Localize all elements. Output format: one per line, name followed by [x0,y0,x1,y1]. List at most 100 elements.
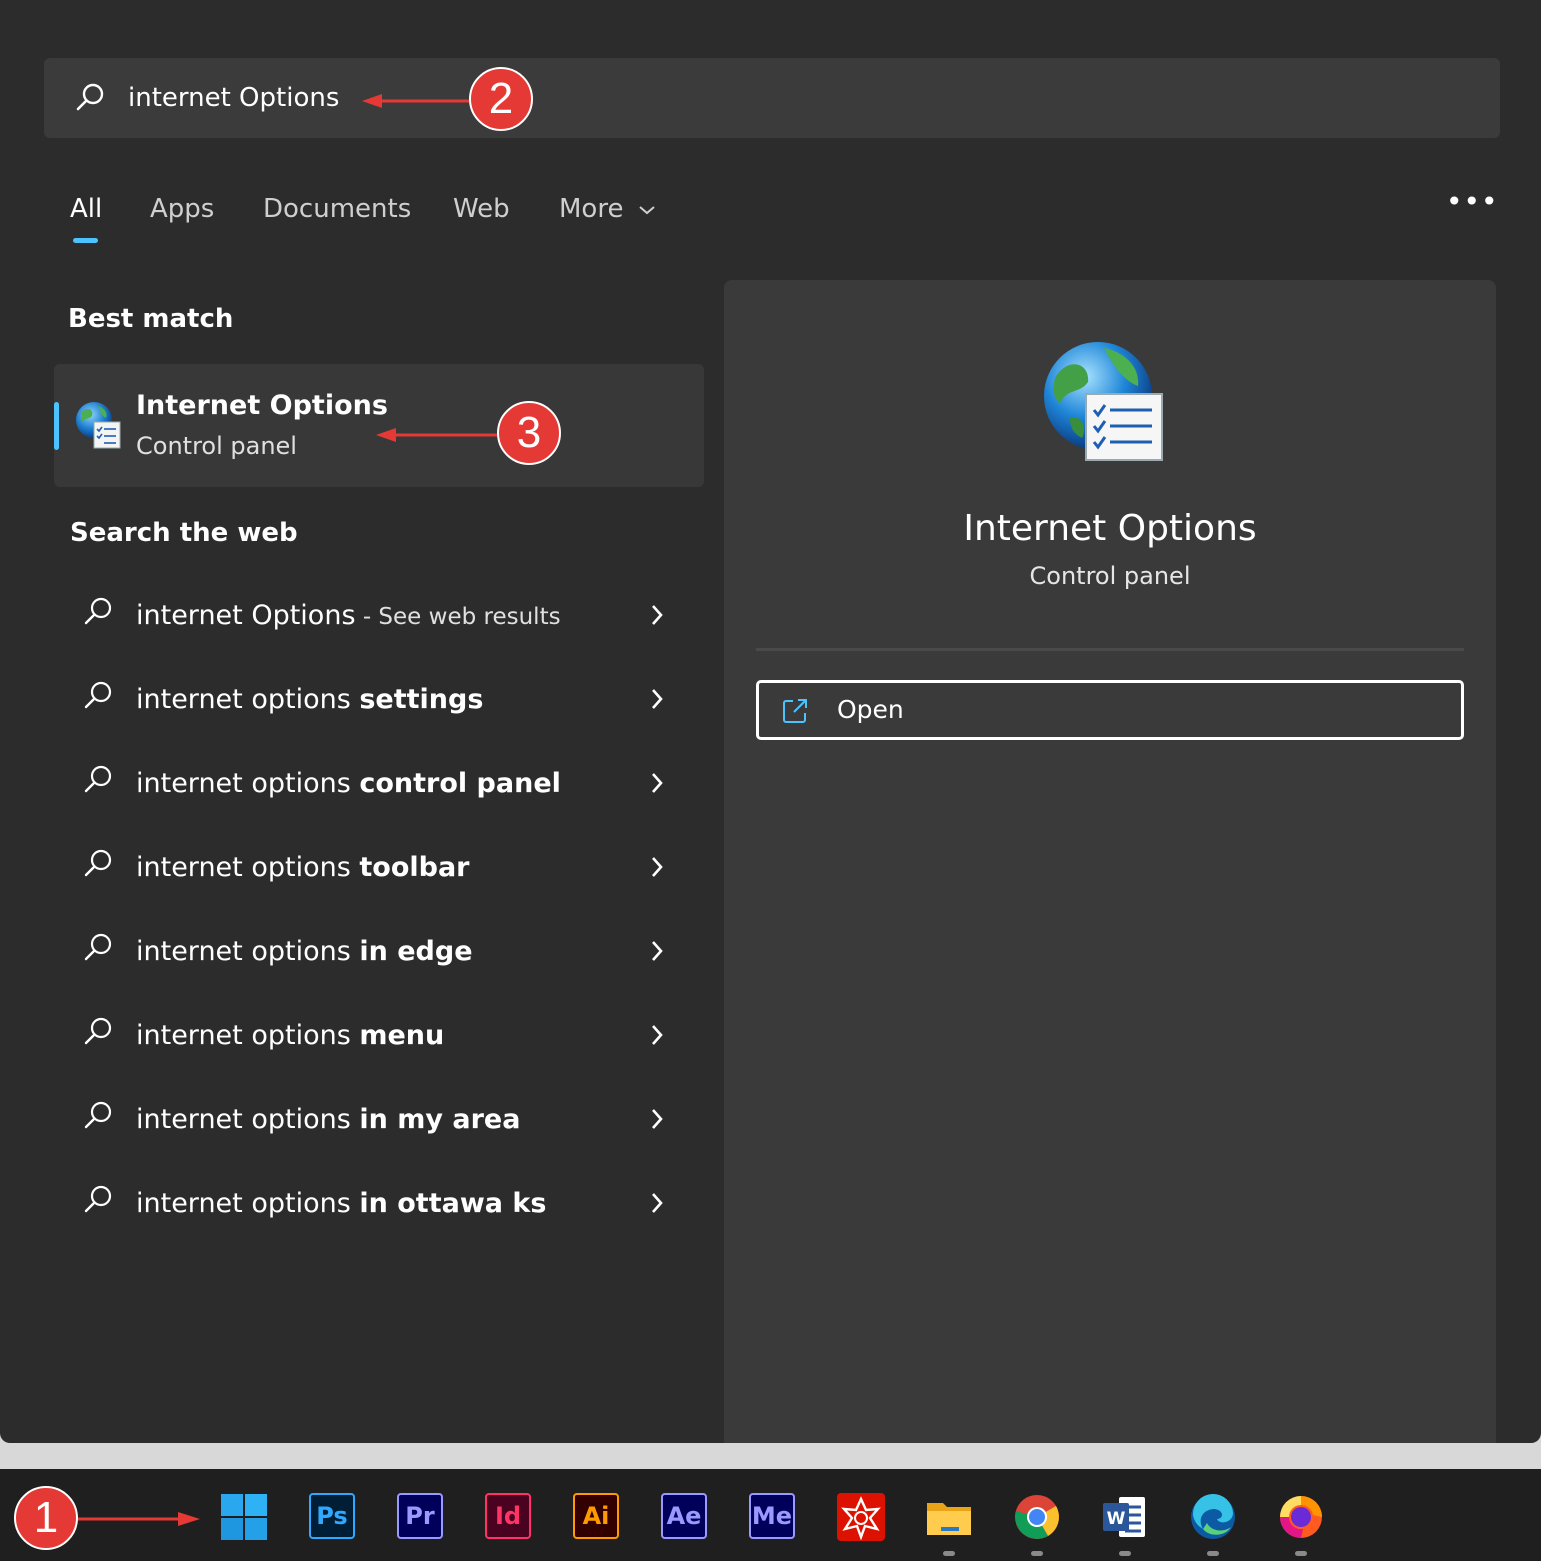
best-match-subtitle: Control panel [136,432,297,460]
web-suggestion-item[interactable]: internet options in my area [54,1082,704,1162]
chevron-right-icon [652,857,663,877]
suggestion-prefix: internet options [136,1104,360,1135]
open-button[interactable]: Open [756,680,1464,740]
app-logo: Ae [661,1493,707,1539]
search-input[interactable]: internet Options [128,80,339,116]
word-letter: W [1107,1509,1126,1529]
app-logo: Ai [573,1493,619,1539]
open-external-icon [783,699,807,723]
suggestion-completion: in my area [359,1104,521,1135]
preview-title: Internet Options [963,508,1257,549]
web-suggestion-item[interactable]: internet options menu [54,998,704,1078]
suggestion-completion: control panel [359,768,561,799]
illustrator-icon[interactable]: Ai [573,1493,621,1541]
chevron-right-icon [652,689,663,709]
search-icon [84,1017,112,1045]
web-result-query: internet Options [136,600,356,631]
wolfram-logo-icon [837,1493,885,1541]
indesign-icon[interactable]: Id [485,1493,533,1541]
running-app-indicator [1207,1551,1219,1556]
file-explorer-icon[interactable] [925,1493,973,1541]
internet-options-large-icon [1044,342,1163,461]
app-logo: Pr [397,1493,443,1539]
best-match-heading: Best match [68,304,234,334]
web-suggestion-label: internet options in ottawa ks [136,1184,546,1224]
internet-options-icon [76,402,121,449]
suggestion-prefix: internet options [136,936,360,967]
search-icon [84,765,112,793]
media-encoder-icon[interactable]: Me [749,1493,797,1541]
chevron-right-icon [652,1025,663,1045]
web-suggestion-label: internet options control panel [136,764,561,804]
photoshop-icon[interactable]: Ps [309,1493,357,1541]
suggestion-prefix: internet options [136,1188,360,1219]
chevron-down-icon [639,205,655,214]
search-box[interactable]: internet Options [44,58,1500,138]
after-effects-icon[interactable]: Ae [661,1493,709,1541]
suggestion-prefix: internet options [136,768,360,799]
web-suggestion-item[interactable]: internet options in edge [54,914,704,994]
web-suggestion-label: internet options menu [136,1016,444,1056]
tab-web[interactable]: Web [453,190,510,228]
folder-icon [927,1503,971,1535]
chevron-right-icon [652,1193,663,1213]
open-button-label: Open [837,695,904,724]
web-suggestion-item[interactable]: internet options control panel [54,746,704,826]
running-app-indicator [1119,1551,1131,1556]
edge-logo-icon [1191,1493,1235,1539]
more-options-icon[interactable]: ••• [1446,188,1499,216]
chrome-icon[interactable] [1013,1493,1061,1541]
preview-pane: Internet Options Control panel Open [724,280,1496,1443]
web-suggestion-label: internet options in my area [136,1100,520,1140]
suggestion-completion: settings [359,684,484,715]
search-icon [84,597,112,625]
annotation-arrow-3 [376,428,498,442]
chrome-logo-icon [1015,1495,1059,1539]
annotation-arrow-2 [362,94,472,108]
app-logo: Id [485,1493,531,1539]
selection-indicator [54,402,59,450]
firefox-icon[interactable] [1277,1493,1325,1541]
search-icon [84,933,112,961]
tab-apps[interactable]: Apps [150,190,214,228]
web-suggestion-item[interactable]: internet options in ottawa ks [54,1166,704,1246]
web-suggestion-item[interactable]: internet options toolbar [54,830,704,910]
chevron-right-icon [652,773,663,793]
start-search-panel: internet Options All Apps Documents Web … [0,0,1541,1443]
running-app-indicator [943,1551,955,1556]
suggestion-completion: menu [359,1020,445,1051]
search-icon [76,83,104,111]
web-suggestion-label: internet options in edge [136,932,473,972]
suggestion-prefix: internet options [136,852,360,883]
search-icon [84,1101,112,1129]
preview-subtitle: Control panel [1029,562,1191,590]
taskbar: Ps Pr Id Ai Ae Me W [0,1469,1541,1561]
active-tab-indicator [73,238,98,243]
see-web-results-text: - See web results [355,604,561,630]
word-icon[interactable]: W [1101,1493,1149,1541]
tab-documents[interactable]: Documents [263,190,411,228]
web-result-item[interactable]: internet Options - See web results [54,578,704,658]
suggestion-completion: in ottawa ks [359,1188,547,1219]
word-logo-icon: W [1103,1497,1145,1537]
start-button[interactable] [220,1493,268,1541]
running-app-indicator [1295,1551,1307,1556]
web-suggestion-label: internet options settings [136,680,483,720]
firefox-logo-icon [1280,1496,1322,1538]
preview-divider [756,648,1464,651]
tab-more-label: More [559,194,624,224]
wolfram-icon[interactable] [837,1493,885,1541]
tab-all[interactable]: All [70,190,102,228]
suggestion-prefix: internet options [136,1020,360,1051]
web-result-label: internet Options - See web results [136,596,561,637]
web-suggestion-item[interactable]: internet options settings [54,662,704,742]
suggestion-prefix: internet options [136,684,360,715]
premiere-icon[interactable]: Pr [397,1493,445,1541]
edge-icon[interactable] [1189,1493,1237,1541]
tab-more[interactable]: More [559,190,656,228]
chevron-right-icon [652,1109,663,1129]
annotation-arrow-1 [78,1512,200,1526]
annotation-badge-3: 3 [497,401,561,465]
chevron-right-icon [652,941,663,961]
running-app-indicator [1031,1551,1043,1556]
